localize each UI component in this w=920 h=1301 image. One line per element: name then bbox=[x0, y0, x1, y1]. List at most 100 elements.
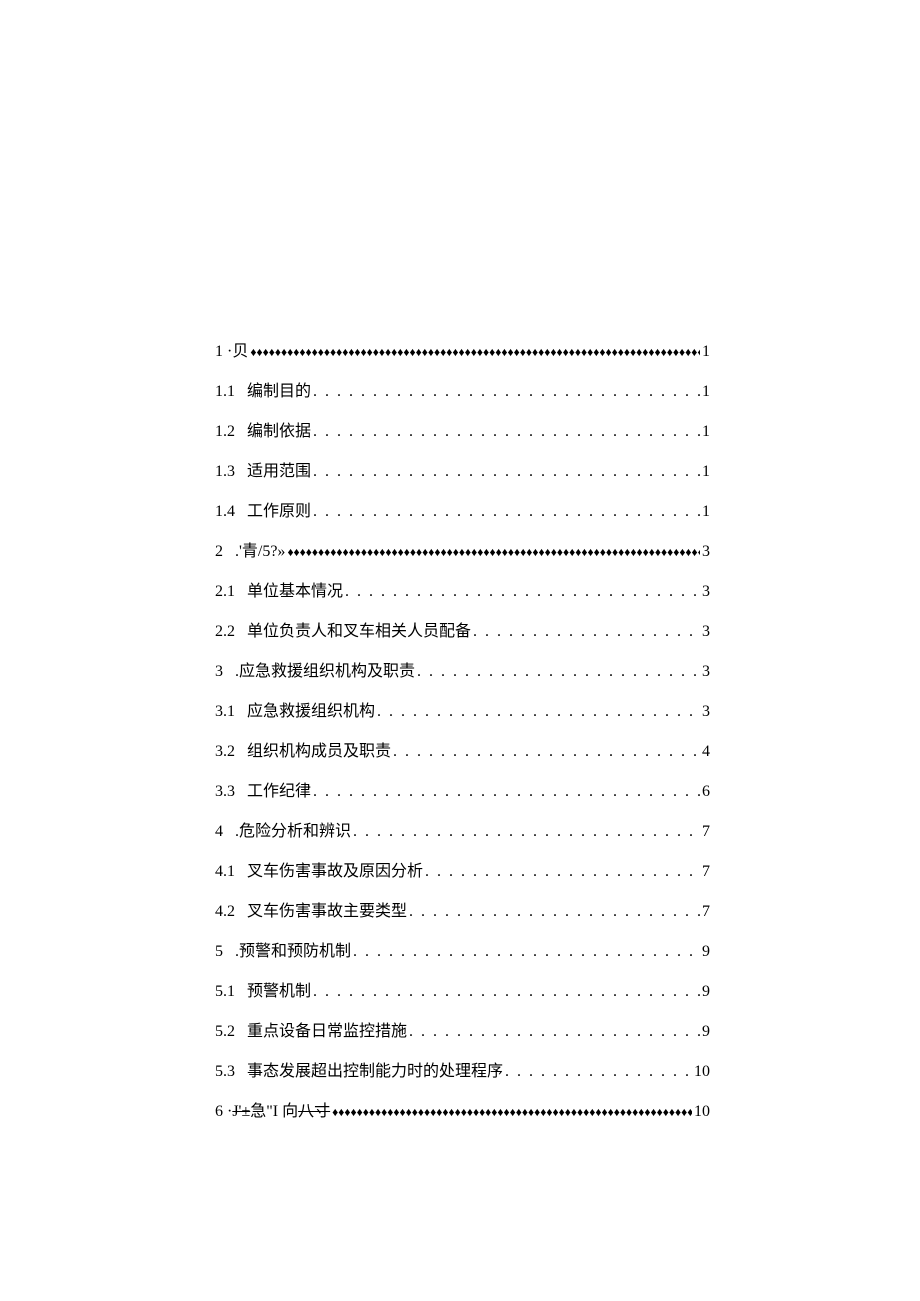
toc-number: 3.3 bbox=[215, 780, 235, 804]
toc-number: 1.3 bbox=[215, 460, 235, 484]
toc-leader: . . . . . . . . . . . . . . . . . . . . … bbox=[313, 980, 700, 1004]
toc-number: 5 bbox=[215, 940, 223, 964]
toc-title: 适用范围 bbox=[247, 460, 311, 484]
toc-title: 重点设备日常监控措施 bbox=[247, 1020, 407, 1044]
toc-number: 1.2 bbox=[215, 420, 235, 444]
toc-entry: 2 .'青/5?»♦♦♦♦♦♦♦♦♦♦♦♦♦♦♦♦♦♦♦♦♦♦♦♦♦♦♦♦♦♦♦♦… bbox=[215, 540, 710, 564]
toc-entry: 1.4 工作原则. . . . . . . . . . . . . . . . .… bbox=[215, 500, 710, 524]
toc-leader: . . . . . . . . . . . . . . . . . . . . … bbox=[505, 1060, 692, 1084]
toc-page: 4 bbox=[702, 740, 710, 764]
toc-leader: . . . . . . . . . . . . . . . . . . . . … bbox=[473, 620, 700, 644]
toc-title: ·贝 bbox=[227, 340, 248, 364]
toc-entry: 1.3 适用范围. . . . . . . . . . . . . . . . .… bbox=[215, 460, 710, 484]
toc-title: 事态发展超出控制能力时的处理程序 bbox=[247, 1060, 503, 1084]
toc-title: 编制目的 bbox=[247, 380, 311, 404]
toc-leader: . . . . . . . . . . . . . . . . . . . . … bbox=[417, 660, 700, 684]
toc-number: 2.2 bbox=[215, 620, 235, 644]
toc-page: 3 bbox=[702, 620, 710, 644]
toc-leader: . . . . . . . . . . . . . . . . . . . . … bbox=[377, 700, 700, 724]
toc-number: 4.1 bbox=[215, 860, 235, 884]
toc-entry: 6·J'±急"I 向八寸♦♦♦♦♦♦♦♦♦♦♦♦♦♦♦♦♦♦♦♦♦♦♦♦♦♦♦♦… bbox=[215, 1100, 710, 1124]
toc-title: .应急救援组织机构及职责 bbox=[235, 660, 415, 684]
toc-leader: . . . . . . . . . . . . . . . . . . . . … bbox=[313, 420, 700, 444]
toc-entry: 5.2 重点设备日常监控措施. . . . . . . . . . . . . .… bbox=[215, 1020, 710, 1044]
toc-page: 3 bbox=[702, 540, 710, 564]
toc-leader: . . . . . . . . . . . . . . . . . . . . … bbox=[313, 500, 700, 524]
toc-page: 9 bbox=[702, 940, 710, 964]
toc-number: 1.1 bbox=[215, 380, 235, 404]
toc-number: 2 bbox=[215, 540, 223, 564]
toc-title: ·J'±急"I 向八寸 bbox=[227, 1100, 330, 1124]
toc-page: 7 bbox=[702, 860, 710, 884]
toc-title: 组织机构成员及职责 bbox=[247, 740, 391, 764]
toc-page: 1 bbox=[702, 460, 710, 484]
toc-title: 单位基本情况 bbox=[247, 580, 343, 604]
toc-page: 9 bbox=[702, 1020, 710, 1044]
toc-number: 1.4 bbox=[215, 500, 235, 524]
toc-number: 6 bbox=[215, 1100, 223, 1124]
toc-entry: 1·贝♦♦♦♦♦♦♦♦♦♦♦♦♦♦♦♦♦♦♦♦♦♦♦♦♦♦♦♦♦♦♦♦♦♦♦♦♦… bbox=[215, 340, 710, 364]
toc-page: 3 bbox=[702, 660, 710, 684]
toc-number: 2.1 bbox=[215, 580, 235, 604]
toc-entry: 2.1 单位基本情况. . . . . . . . . . . . . . . .… bbox=[215, 580, 710, 604]
toc-page: 1 bbox=[702, 380, 710, 404]
toc-page: 7 bbox=[702, 820, 710, 844]
toc-number: 5.2 bbox=[215, 1020, 235, 1044]
toc-page: 1 bbox=[702, 500, 710, 524]
toc-leader: . . . . . . . . . . . . . . . . . . . . … bbox=[425, 860, 700, 884]
toc-title: 工作原则 bbox=[247, 500, 311, 524]
toc-page: 1 bbox=[702, 340, 710, 364]
toc-entry: 4.2 叉车伤害事故主要类型. . . . . . . . . . . . . .… bbox=[215, 900, 710, 924]
toc-title: 编制依据 bbox=[247, 420, 311, 444]
toc-entry: 4.1 叉车伤害事故及原因分析. . . . . . . . . . . . . … bbox=[215, 860, 710, 884]
toc-number: 3.2 bbox=[215, 740, 235, 764]
toc-entry: 3.3 工作纪律. . . . . . . . . . . . . . . . .… bbox=[215, 780, 710, 804]
toc-number: 4 bbox=[215, 820, 223, 844]
toc-page: 10 bbox=[694, 1100, 710, 1124]
toc-title: 叉车伤害事故主要类型 bbox=[247, 900, 407, 924]
toc-leader: ♦♦♦♦♦♦♦♦♦♦♦♦♦♦♦♦♦♦♦♦♦♦♦♦♦♦♦♦♦♦♦♦♦♦♦♦♦♦♦♦… bbox=[250, 343, 700, 361]
toc-page: 3 bbox=[702, 700, 710, 724]
toc-leader: . . . . . . . . . . . . . . . . . . . . … bbox=[353, 940, 700, 964]
toc-leader: . . . . . . . . . . . . . . . . . . . . … bbox=[345, 580, 700, 604]
toc-page: 9 bbox=[702, 980, 710, 1004]
toc-page: 6 bbox=[702, 780, 710, 804]
toc-entry: 3 .应急救援组织机构及职责. . . . . . . . . . . . . .… bbox=[215, 660, 710, 684]
toc-title: 预警机制 bbox=[247, 980, 311, 1004]
toc-entry: 3.2 组织机构成员及职责. . . . . . . . . . . . . . … bbox=[215, 740, 710, 764]
toc-leader: . . . . . . . . . . . . . . . . . . . . … bbox=[313, 460, 700, 484]
toc-entry: 5.1 预警机制. . . . . . . . . . . . . . . . .… bbox=[215, 980, 710, 1004]
toc-leader: . . . . . . . . . . . . . . . . . . . . … bbox=[313, 380, 700, 404]
toc-number: 5.1 bbox=[215, 980, 235, 1004]
toc-page: 10 bbox=[694, 1060, 710, 1084]
toc-title: 叉车伤害事故及原因分析 bbox=[247, 860, 423, 884]
toc-entry: 1.2 编制依据. . . . . . . . . . . . . . . . .… bbox=[215, 420, 710, 444]
toc-number: 1 bbox=[215, 340, 223, 364]
toc-leader: . . . . . . . . . . . . . . . . . . . . … bbox=[353, 820, 700, 844]
toc-title: .预警和预防机制 bbox=[235, 940, 351, 964]
toc-number: 5.3 bbox=[215, 1060, 235, 1084]
toc-entry: 2.2 单位负责人和叉车相关人员配备. . . . . . . . . . . .… bbox=[215, 620, 710, 644]
toc-entry: 5 .预警和预防机制. . . . . . . . . . . . . . . .… bbox=[215, 940, 710, 964]
toc-title: .危险分析和辨识 bbox=[235, 820, 351, 844]
toc-leader: . . . . . . . . . . . . . . . . . . . . … bbox=[409, 900, 700, 924]
toc-leader: . . . . . . . . . . . . . . . . . . . . … bbox=[393, 740, 700, 764]
toc-page: 1 bbox=[702, 420, 710, 444]
toc-title: 单位负责人和叉车相关人员配备 bbox=[247, 620, 471, 644]
toc-entry: 5.3 事态发展超出控制能力时的处理程序. . . . . . . . . . .… bbox=[215, 1060, 710, 1084]
toc-leader: . . . . . . . . . . . . . . . . . . . . … bbox=[409, 1020, 700, 1044]
toc-number: 3 bbox=[215, 660, 223, 684]
toc-title: .'青/5?» bbox=[235, 540, 285, 564]
table-of-contents: 1·贝♦♦♦♦♦♦♦♦♦♦♦♦♦♦♦♦♦♦♦♦♦♦♦♦♦♦♦♦♦♦♦♦♦♦♦♦♦… bbox=[215, 340, 710, 1124]
toc-entry: 3.1 应急救援组织机构. . . . . . . . . . . . . . .… bbox=[215, 700, 710, 724]
toc-leader: . . . . . . . . . . . . . . . . . . . . … bbox=[313, 780, 700, 804]
toc-leader: ♦♦♦♦♦♦♦♦♦♦♦♦♦♦♦♦♦♦♦♦♦♦♦♦♦♦♦♦♦♦♦♦♦♦♦♦♦♦♦♦… bbox=[287, 543, 700, 561]
toc-number: 3.1 bbox=[215, 700, 235, 724]
toc-title: 工作纪律 bbox=[247, 780, 311, 804]
toc-leader: ♦♦♦♦♦♦♦♦♦♦♦♦♦♦♦♦♦♦♦♦♦♦♦♦♦♦♦♦♦♦♦♦♦♦♦♦♦♦♦♦… bbox=[332, 1103, 692, 1121]
toc-number: 4.2 bbox=[215, 900, 235, 924]
toc-page: 7 bbox=[702, 900, 710, 924]
toc-title: 应急救援组织机构 bbox=[247, 700, 375, 724]
toc-entry: 1.1 编制目的. . . . . . . . . . . . . . . . .… bbox=[215, 380, 710, 404]
toc-entry: 4 .危险分析和辨识 . . . . . . . . . . . . . . . … bbox=[215, 820, 710, 844]
